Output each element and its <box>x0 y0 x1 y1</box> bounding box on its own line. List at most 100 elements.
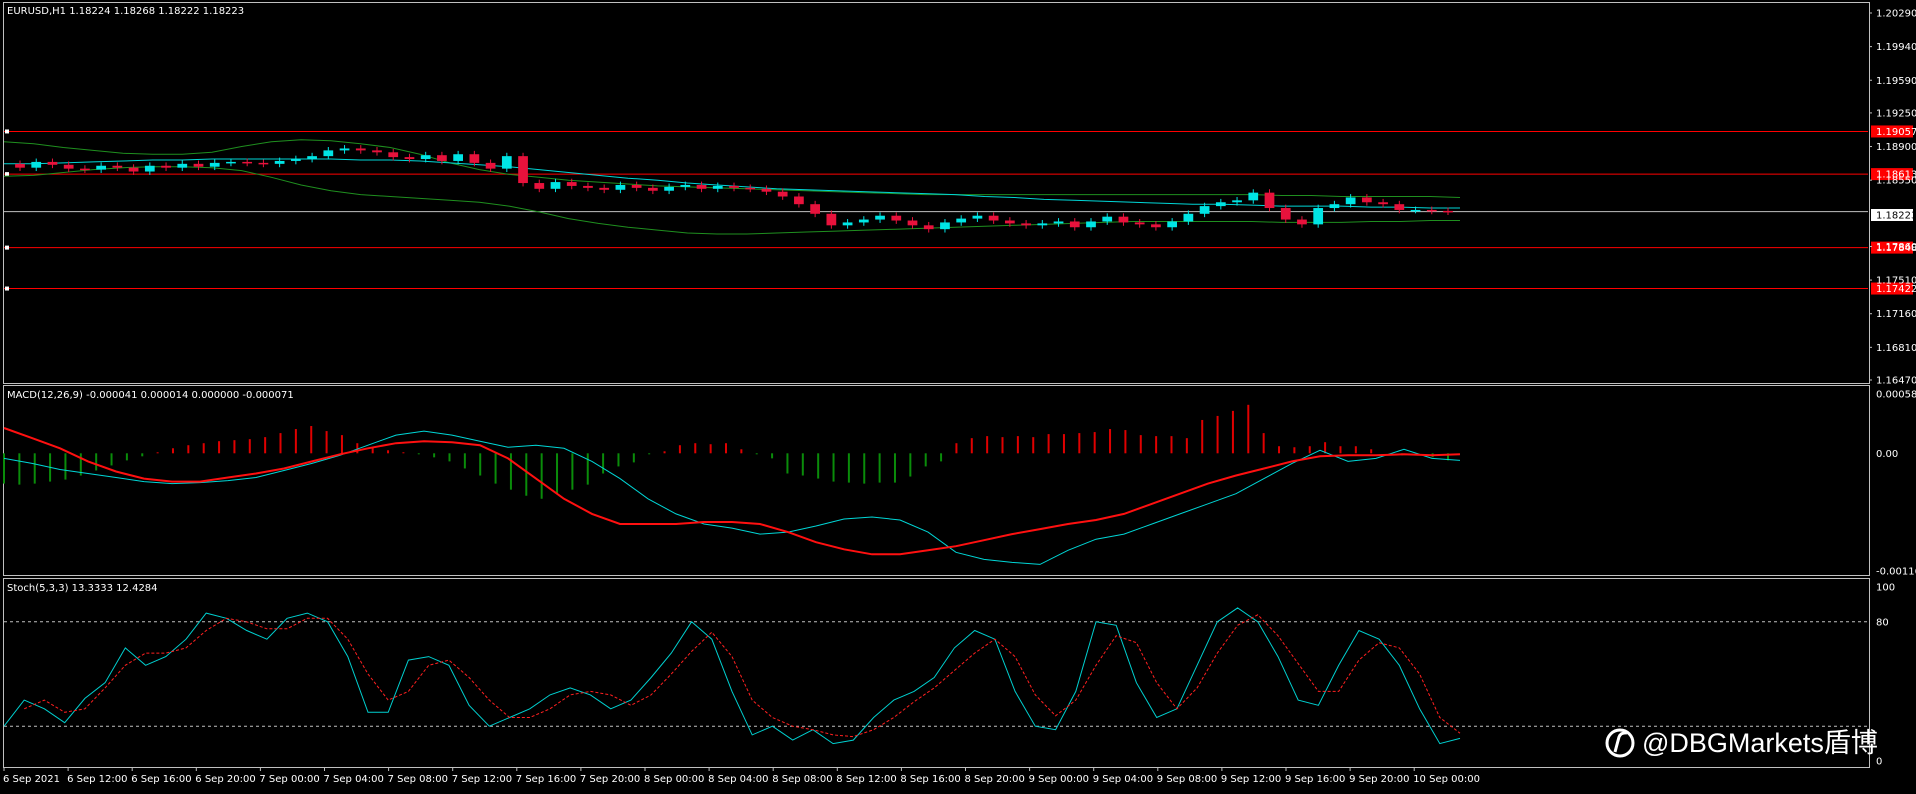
trading-terminal: 1.19057 1.18613 1.17848 1.17422 1.20290 1.19… <box>0 0 1916 789</box>
candle-bull <box>1313 208 1324 225</box>
candle-bear <box>485 162 496 169</box>
candle-bull <box>1102 216 1113 222</box>
candle-bear <box>923 225 934 230</box>
candle-bear <box>1297 219 1307 225</box>
time-axis-label: 6 Sep 12:00 <box>67 774 127 785</box>
candle-bear <box>63 164 74 169</box>
candle-bear <box>1361 197 1372 203</box>
price-levels: 1.190571.186131.178481.17422 <box>4 125 1916 295</box>
macd-panel-frame[interactable] <box>3 385 1870 576</box>
time-axis-label: 8 Sep 16:00 <box>900 774 960 785</box>
time-axis-label: 8 Sep 04:00 <box>708 774 768 785</box>
candle-bear <box>1426 209 1437 212</box>
candle-bear <box>1118 216 1129 223</box>
candle-bear <box>1069 221 1080 228</box>
price-level-label: 1.19057 <box>1876 127 1916 138</box>
candle-bull <box>1037 223 1048 226</box>
candle-bear <box>1394 204 1405 210</box>
price-axis-label: 1.20290 <box>1876 9 1916 20</box>
candle-bull <box>420 155 431 160</box>
watermark-text: @DBGMarkets盾博 <box>1642 728 1878 758</box>
candle-bull <box>339 148 350 151</box>
candle-bear <box>1151 224 1161 228</box>
candle-bear <box>128 167 139 172</box>
candle-bear <box>794 196 804 205</box>
candle-bear <box>1004 220 1015 224</box>
time-axis-label: 9 Sep 04:00 <box>1093 774 1153 785</box>
time-axis-label: 8 Sep 08:00 <box>772 774 832 785</box>
macd-axis-label: 0.000587 <box>1876 390 1916 401</box>
stoch-axis-label: 100 <box>1876 583 1895 594</box>
candle-bull <box>1053 221 1064 224</box>
macd-layer <box>3 404 1461 565</box>
candle-bull <box>323 150 334 157</box>
time-axis-label: 7 Sep 08:00 <box>388 774 448 785</box>
macd-panel-title: MACD(12,26,9) -0.000041 0.000014 0.00000… <box>7 390 294 401</box>
candle-bear <box>599 187 610 190</box>
stoch-signal-line <box>24 614 1461 738</box>
candle-bull <box>875 215 885 220</box>
time-axis-label: 9 Sep 16:00 <box>1285 774 1345 785</box>
candle-bear <box>161 165 171 168</box>
candle-bull <box>1232 200 1242 203</box>
time-axis-label: 9 Sep 08:00 <box>1157 774 1217 785</box>
main-panel-frame[interactable] <box>3 2 1870 384</box>
chart-svg: 1.190571.186131.178481.17422 1.20290 1.19… <box>3 2 1916 785</box>
candle-bull <box>550 182 561 189</box>
candle-bull <box>177 163 188 168</box>
candle-bear <box>388 152 399 158</box>
price-level-marker <box>5 172 9 177</box>
candle-bear <box>647 187 658 191</box>
candle-bull <box>96 165 107 170</box>
candle-bear <box>518 156 528 184</box>
price-axis-label: 1.17160 <box>1876 309 1916 320</box>
price-axis-label: 1.17860 <box>1876 242 1916 253</box>
time-axis-label: 7 Sep 20:00 <box>580 774 640 785</box>
price-level-marker <box>5 245 9 250</box>
stoch-panel-frame[interactable] <box>3 578 1870 768</box>
candle-bull <box>209 162 220 167</box>
candle-bear <box>729 185 739 188</box>
stoch-layer <box>3 607 1868 745</box>
candle-bear <box>826 213 837 226</box>
time-axis-label: 9 Sep 20:00 <box>1349 774 1409 785</box>
logo-icon-mark <box>1613 731 1628 753</box>
price-axis-label: 1.18900 <box>1876 142 1916 153</box>
candle-bear <box>1021 223 1031 226</box>
candle-bull <box>501 156 512 169</box>
candle-bear <box>242 161 253 164</box>
candle-bear <box>745 187 756 190</box>
main-panel-title: EURUSD,H1 1.18224 1.18268 1.18222 1.1822… <box>7 6 244 17</box>
candle-bull <box>712 185 723 189</box>
price-axis-label: 1.19940 <box>1876 42 1916 53</box>
candle-bear <box>1280 208 1291 220</box>
candle-bear <box>1264 192 1275 209</box>
candle-bear <box>777 191 788 197</box>
candle-bull <box>1329 204 1340 209</box>
candle-bull <box>31 161 42 168</box>
candle-bull <box>1183 213 1194 222</box>
time-axis-label: 6 Sep 16:00 <box>131 774 191 785</box>
candle-bear <box>112 165 123 168</box>
candle-bull <box>972 215 983 219</box>
candle-bear <box>372 150 382 153</box>
candle-bear <box>1443 210 1453 213</box>
time-axis-label: 7 Sep 16:00 <box>516 774 576 785</box>
macd-axis-label: 0.00 <box>1876 449 1898 460</box>
price-level-marker <box>5 286 9 291</box>
candle-bull <box>1167 221 1178 228</box>
time-axis-label: 8 Sep 12:00 <box>836 774 896 785</box>
time-axis-label: 8 Sep 00:00 <box>644 774 704 785</box>
candle-bull <box>1086 221 1096 228</box>
stoch-axis-label: 0 <box>1876 757 1882 768</box>
current-price-label: 1.18223 <box>1876 211 1916 222</box>
candle-bear <box>761 188 772 192</box>
candle-bear <box>469 154 480 163</box>
candle-bull <box>664 186 674 191</box>
candle-bear <box>47 161 58 165</box>
candle-bull <box>1199 206 1210 214</box>
stoch-axis-label: 80 <box>1876 617 1889 628</box>
time-axis-label: 8 Sep 20:00 <box>965 774 1025 785</box>
candle-bull <box>1410 209 1421 212</box>
stoch-main-line <box>3 607 1461 745</box>
